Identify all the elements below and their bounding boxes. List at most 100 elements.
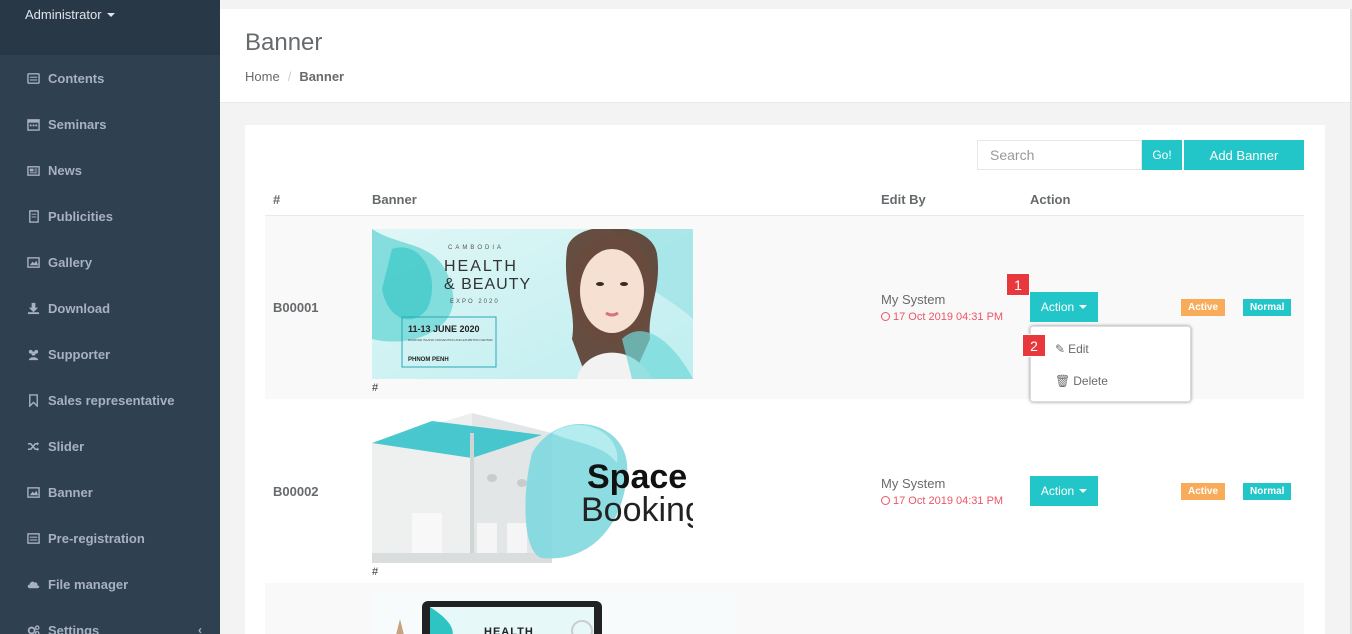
banner-cell: HEALTH — [364, 583, 873, 634]
sidebar-item-label: News — [48, 162, 82, 178]
banner-cell: Space Booking # — [364, 399, 873, 583]
picture-icon — [25, 486, 41, 499]
sidebar-item-settings[interactable]: Settings ‹ — [0, 607, 220, 634]
editor-name: My System — [881, 475, 946, 491]
banner-table: # Banner Edit By Action B00001 CAMBODIA … — [265, 185, 1304, 634]
banner-image-space-booking[interactable]: Space Booking — [372, 412, 693, 563]
caret-down-icon — [1079, 305, 1088, 310]
sidebar-item-contents[interactable]: Contents — [0, 55, 220, 101]
edit-date-text: 17 Oct 2019 04:31 PM — [893, 494, 1004, 507]
sidebar-item-label: Contents — [48, 70, 105, 86]
sidebar-item-label: Seminars — [48, 116, 107, 132]
action-button-label: Action — [1040, 300, 1075, 315]
shuffle-icon — [25, 440, 41, 453]
banner-cell: CAMBODIA HEALTH & BEAUTY EXPO 2020 11-13… — [364, 215, 873, 399]
breadcrumb-home[interactable]: Home — [245, 69, 280, 84]
sidebar-item-news[interactable]: News — [0, 147, 220, 193]
type-badge: Normal — [1243, 299, 1292, 317]
dropdown-item-label: Edit — [1068, 342, 1089, 356]
action-dropdown-menu: ✎ Edit 🗑 Delete — [1030, 326, 1191, 402]
action-dropdown-button[interactable]: Action — [1030, 292, 1098, 323]
breadcrumb-separator: / — [287, 69, 292, 84]
banner-image-health-partial[interactable]: HEALTH — [372, 591, 735, 634]
go-button[interactable]: Go! — [1142, 140, 1182, 170]
calendar-icon — [25, 118, 41, 131]
action-dropdown-button[interactable]: Action — [1030, 476, 1098, 506]
column-header-number: # — [265, 185, 364, 216]
top-strip — [220, 0, 1352, 9]
pencil-icon: ✎ — [1055, 342, 1066, 356]
step-marker-1: 1 — [1006, 273, 1030, 296]
banner-text: Booking — [581, 491, 693, 529]
sidebar-item-pre-registration[interactable]: Pre-registration — [0, 515, 220, 561]
sidebar-item-label: Download — [48, 300, 111, 316]
sidebar-item-publicities[interactable]: Publicities — [0, 193, 220, 239]
dropdown-item-edit[interactable]: ✎ Edit — [1031, 333, 1190, 365]
clock-icon — [881, 312, 890, 322]
column-header-type — [1235, 185, 1304, 216]
sidebar: Administrator Contents Seminars News Pub… — [0, 0, 220, 634]
caret-down-icon — [1079, 489, 1088, 493]
sidebar-item-label: Settings — [48, 622, 100, 634]
dropdown-item-label: Delete — [1073, 374, 1108, 388]
cogs-icon — [25, 624, 41, 634]
image-icon — [25, 256, 41, 269]
sidebar-item-slider[interactable]: Slider — [0, 423, 220, 469]
column-header-edit-by: Edit By — [873, 185, 1022, 216]
sidebar-item-supporter[interactable]: Supporter — [0, 331, 220, 377]
page-title: Banner — [245, 29, 323, 56]
banner-text: CAMBODIA — [448, 245, 504, 251]
edit-date: 17 Oct 2019 04:31 PM — [881, 311, 1022, 323]
type-cell: Normal — [1235, 399, 1304, 583]
caret-down-icon — [106, 12, 115, 17]
sidebar-item-sales-representative[interactable]: Sales representative — [0, 377, 220, 423]
toolbar: Go! Add Banner — [977, 140, 1304, 170]
sidebar-item-gallery[interactable]: Gallery — [0, 239, 220, 285]
action-cell: Action — [1022, 399, 1173, 583]
banner-text: EXPO 2020 — [450, 299, 500, 305]
editor-cell: My System 17 Oct 2019 04:31 PM — [873, 399, 1022, 583]
edit-date-text: 17 Oct 2019 04:31 PM — [893, 310, 1004, 323]
clock-icon — [881, 496, 890, 505]
search-input[interactable] — [977, 140, 1142, 170]
cloud-icon — [25, 578, 41, 591]
status-cell: Active — [1173, 399, 1235, 583]
page-heading: Banner Home / Banner — [220, 9, 1352, 103]
sidebar-item-label: Banner — [48, 484, 93, 500]
action-button-label: Action — [1040, 484, 1075, 498]
user-role-dropdown[interactable]: Administrator — [25, 7, 115, 22]
type-cell: Normal — [1235, 215, 1304, 399]
sidebar-item-label: File manager — [48, 576, 129, 592]
banner-text: 11-13 JUNE 2020 — [408, 324, 480, 334]
column-header-action: Action — [1022, 185, 1173, 216]
dropdown-item-delete[interactable]: 🗑 Delete — [1031, 365, 1190, 397]
editor-cell: My System 17 Oct 2019 04:31 PM — [873, 215, 1022, 399]
user-role-label: Administrator — [25, 7, 102, 22]
sidebar-item-download[interactable]: Download — [0, 285, 220, 331]
users-icon — [25, 348, 41, 361]
breadcrumb-current: Banner — [299, 69, 345, 84]
type-badge: Normal — [1243, 483, 1292, 500]
bookmark-icon — [25, 393, 41, 407]
sidebar-item-banner[interactable]: Banner — [0, 469, 220, 515]
step-marker-2: 2 — [1022, 334, 1046, 357]
sidebar-nav: Contents Seminars News Publicities Galle… — [0, 55, 220, 634]
sidebar-item-file-manager[interactable]: File manager — [0, 561, 220, 607]
banner-text: & BEAUTY — [444, 276, 531, 293]
chevron-left-icon: ‹ — [198, 623, 202, 634]
sidebar-item-label: Pre-registration — [48, 530, 145, 546]
add-banner-button[interactable]: Add Banner — [1184, 140, 1304, 170]
banner-image-health-beauty[interactable]: CAMBODIA HEALTH & BEAUTY EXPO 2020 11-13… — [372, 228, 693, 379]
editor-name: My System — [881, 291, 946, 307]
column-header-status — [1173, 185, 1235, 216]
list-icon — [25, 72, 41, 85]
column-header-banner: Banner — [364, 185, 873, 216]
download-icon — [25, 302, 41, 315]
list-alt-icon — [25, 532, 41, 545]
status-badge: Active — [1181, 483, 1226, 500]
sidebar-item-label: Supporter — [48, 346, 111, 362]
sidebar-item-seminars[interactable]: Seminars — [0, 101, 220, 147]
status-badge: Active — [1181, 299, 1226, 317]
banner-text: HEALTH — [444, 258, 518, 275]
table-row: HEALTH — [265, 583, 1304, 634]
